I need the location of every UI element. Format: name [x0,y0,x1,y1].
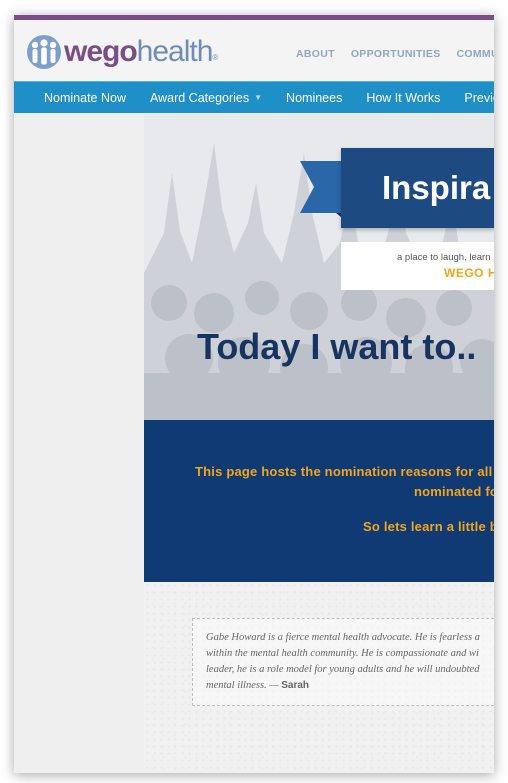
info-text-line: So lets learn a little b [363,519,494,534]
testimonial-section: Gabe Howard is a fierce mental health ad… [144,582,494,773]
people-logo-icon [27,35,61,69]
nav-how-it-works[interactable]: How It Works [354,91,452,105]
logo-wordmark-wego: wego [64,35,138,68]
top-navigation: ABOUT OPPORTUNITIES COMMUNIT [296,48,494,60]
site-logo[interactable]: wego health ® [26,32,218,72]
hero-headline: Today I want to.. [197,326,477,367]
hero-section: Inspira a place to laugh, learn WEGO H T… [144,113,494,420]
testimonial-card: Gabe Howard is a fierce mental health ad… [192,618,494,706]
nav-label: Award Categories [149,90,250,105]
nav-nominate-now[interactable]: Nominate Now [14,91,138,105]
nav-nominees[interactable]: Nominees [274,91,354,105]
main-navigation: Nominate Now Award Categories ▼ Nominees … [14,81,494,114]
nav-label: How It Works [366,90,441,105]
left-sidebar [14,113,144,773]
browser-window: wego health ® ABOUT OPPORTUNITIES COMMUN… [14,15,494,773]
nav-award-categories[interactable]: Award Categories ▼ [138,91,274,105]
nav-label: Nominees [286,90,343,105]
testimonial-text-line: mental illness. — Sarah [206,680,309,691]
subtitle-brand: WEGO H [444,266,494,280]
info-text-line: This page hosts the nomination reasons f… [195,464,493,479]
testimonial-text-line: leader, he is a role model for young adu… [206,664,480,675]
top-nav-about[interactable]: ABOUT [296,48,335,60]
top-nav-community[interactable]: COMMUNIT [457,48,494,60]
testimonial-author: Sarah [281,680,310,691]
info-panel: This page hosts the nomination reasons f… [144,420,494,582]
testimonial-closing: mental illness. — [206,680,279,691]
chevron-down-icon: ▼ [254,93,263,102]
nav-label: Nominate Now [44,90,126,105]
subtitle-tagline: a place to laugh, learn [397,252,491,263]
nav-previous[interactable]: Previous [452,91,494,105]
banner-title: Inspira [382,169,491,206]
logo-wordmark-health: health [136,35,214,68]
nav-label: Previous [464,90,494,105]
top-nav-opportunities[interactable]: OPPORTUNITIES [351,48,441,60]
info-text-line: nominated fo [414,484,494,499]
testimonial-text-line: within the mental health community. He i… [206,648,479,659]
registered-mark: ® [212,53,219,62]
testimonial-text-line: Gabe Howard is a fierce mental health ad… [206,632,480,643]
site-header: wego health ® ABOUT OPPORTUNITIES COMMUN… [14,20,494,82]
